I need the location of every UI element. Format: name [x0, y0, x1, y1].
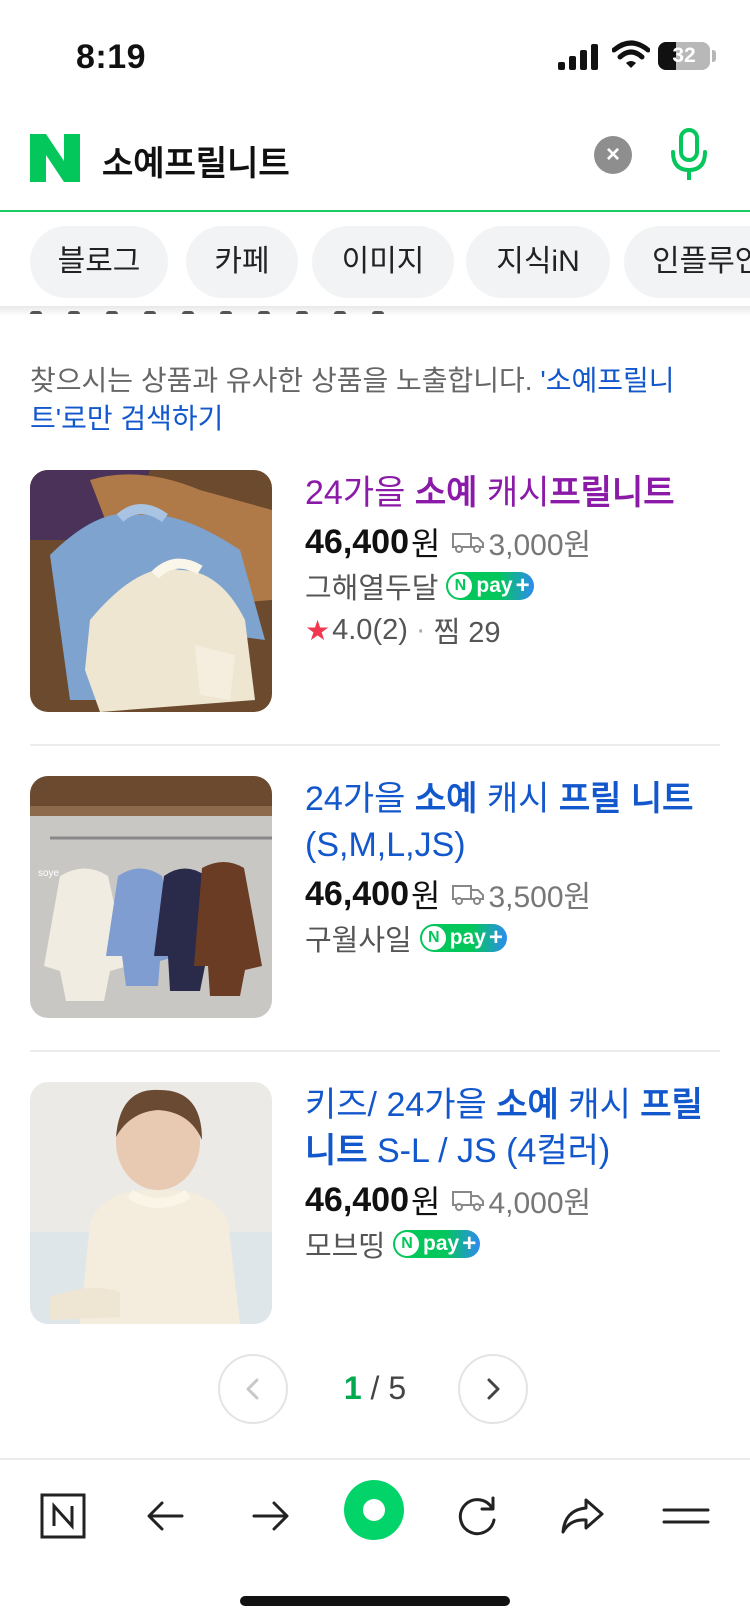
- product-image[interactable]: [30, 470, 272, 712]
- battery-level: 32: [672, 44, 696, 67]
- forward-arrow-icon[interactable]: [240, 1486, 300, 1546]
- battery-icon: 32: [658, 42, 710, 70]
- total-pages: 5: [388, 1370, 407, 1406]
- seller-name[interactable]: 모브띵: [305, 1223, 385, 1265]
- delivery-truck-icon: [452, 885, 485, 905]
- page-indicator: 1 / 5: [343, 1370, 407, 1406]
- green-dot-icon[interactable]: [342, 1478, 406, 1542]
- search-tabs: 블로그 카페 이미지 지식iN 인플루언: [0, 214, 750, 310]
- clipped-text: [30, 304, 450, 314]
- chevron-right-icon: [487, 1378, 500, 1400]
- naver-logo-icon[interactable]: [30, 134, 80, 182]
- menu-icon[interactable]: [656, 1486, 716, 1546]
- current-page: 1: [343, 1370, 362, 1406]
- product-price: 46,400: [305, 1180, 409, 1219]
- shipping-fee: 4,000원: [488, 1187, 592, 1220]
- product-title[interactable]: 24가을 소예 캐시프릴니트: [305, 470, 725, 516]
- home-indicator: [240, 1596, 510, 1606]
- rating-row: ★ 4.0 (2) · 찜 29: [305, 608, 725, 652]
- product-title[interactable]: 24가을 소예 캐시 프릴 니트 (S,M,L,JS): [305, 776, 725, 868]
- prev-page-button[interactable]: [218, 1354, 288, 1424]
- review-count: (2): [372, 613, 408, 646]
- star-icon: ★: [305, 614, 331, 646]
- wifi-icon: [612, 40, 650, 68]
- tab-cafe[interactable]: 카페: [186, 226, 298, 298]
- price-row: 46,400 원 4,000원: [305, 1178, 725, 1222]
- seller-row: 모브띵 Npay +: [305, 1222, 725, 1266]
- divider: [30, 1050, 720, 1052]
- product-item[interactable]: 키즈/ 24가을 소예 캐시 프릴니트 S-L / JS (4컬러) 46,40…: [30, 1082, 720, 1326]
- search-input[interactable]: 소예프릴니트: [102, 136, 290, 185]
- product-image[interactable]: [30, 1082, 272, 1324]
- close-icon[interactable]: ×: [594, 136, 632, 174]
- share-icon[interactable]: [552, 1486, 612, 1546]
- microphone-icon[interactable]: [668, 126, 710, 186]
- npay-plus-badge: Npay +: [393, 1230, 481, 1258]
- wish-count: 찜 29: [433, 617, 501, 649]
- tab-influencer[interactable]: 인플루언: [624, 226, 750, 298]
- product-price: 46,400: [305, 874, 409, 913]
- rating-value: 4.0: [332, 613, 373, 646]
- status-time: 8:19: [76, 38, 147, 76]
- shipping-fee: 3,000원: [488, 529, 592, 562]
- npay-plus-badge: Npay +: [419, 924, 507, 952]
- refresh-icon[interactable]: [448, 1486, 508, 1546]
- chevron-left-icon: [246, 1378, 259, 1400]
- status-bar: 8:19 32: [0, 0, 750, 110]
- tab-kin[interactable]: 지식iN: [466, 226, 610, 298]
- svg-text:soye: soye: [38, 868, 60, 879]
- price-row: 46,400 원 3,500원: [305, 872, 725, 916]
- product-price: 46,400: [305, 522, 409, 561]
- seller-row: 그해열두달 Npay +: [305, 564, 725, 608]
- price-row: 46,400 원 3,000원: [305, 520, 725, 564]
- next-page-button[interactable]: [458, 1354, 528, 1424]
- tab-images[interactable]: 이미지: [312, 226, 454, 298]
- naver-home-icon[interactable]: [32, 1486, 92, 1546]
- seller-name[interactable]: 구월사일: [305, 917, 412, 959]
- shipping-fee: 3,500원: [488, 881, 592, 914]
- product-title[interactable]: 키즈/ 24가을 소예 캐시 프릴니트 S-L / JS (4컬러): [305, 1082, 725, 1174]
- cellular-signal-icon: [558, 44, 598, 70]
- search-bar: 소예프릴니트 ×: [0, 112, 750, 212]
- product-item[interactable]: soye 24가을 소예 캐시 프릴 니트 (S,M,L,JS) 46,400 원…: [30, 776, 720, 1020]
- product-item[interactable]: 24가을 소예 캐시프릴니트 46,400 원 3,000원 그해열두달 Npay…: [30, 470, 720, 714]
- divider: [30, 744, 720, 746]
- back-arrow-icon[interactable]: [136, 1486, 196, 1546]
- seller-row: 구월사일 Npay +: [305, 916, 725, 960]
- similar-products-notice: 찾으시는 상품과 유사한 상품을 노출합니다. '소예프릴니트'로만 검색하기: [30, 362, 720, 438]
- seller-name[interactable]: 그해열두달: [305, 565, 438, 607]
- delivery-truck-icon: [452, 533, 485, 553]
- npay-plus-badge: Npay +: [446, 572, 534, 600]
- delivery-truck-icon: [452, 1191, 485, 1211]
- product-image[interactable]: soye: [30, 776, 272, 1018]
- notice-text: 찾으시는 상품과 유사한 상품을 노출합니다.: [30, 365, 541, 396]
- tab-blog[interactable]: 블로그: [30, 226, 168, 298]
